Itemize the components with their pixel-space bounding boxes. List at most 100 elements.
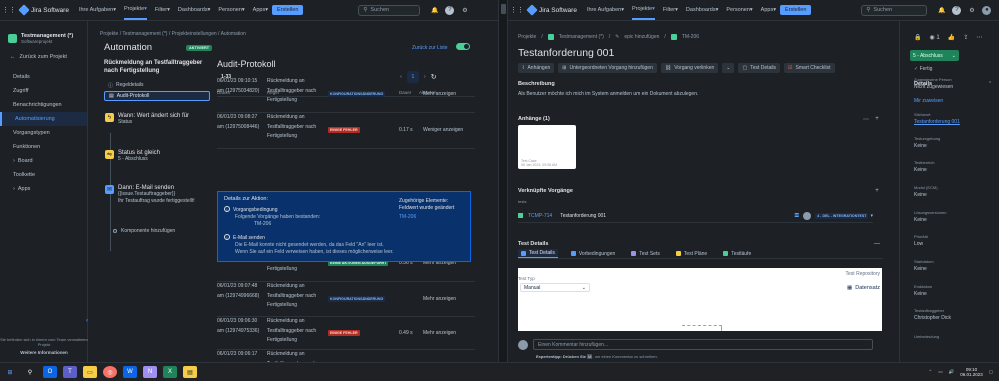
search-input[interactable]: ⚲ Suchen: [861, 4, 928, 16]
breadcrumb-item[interactable]: epic hinzufügen: [624, 34, 659, 40]
notifications-icon[interactable]: 🔔: [937, 6, 946, 15]
field-value[interactable]: Keine: [914, 191, 938, 199]
notes-icon[interactable]: ▤: [183, 366, 197, 378]
share-icon[interactable]: ⇪: [963, 34, 968, 41]
tab-test-sets[interactable]: Test Sets: [628, 249, 663, 258]
breadcrumb-item[interactable]: TM-206: [682, 34, 699, 40]
nav-dashboards[interactable]: Dashboards ▾: [686, 0, 718, 20]
condition-step[interactable]: ⇋ Status ist gleich 5 - Abschluss: [105, 150, 160, 163]
network-icon[interactable]: ▭: [938, 369, 942, 375]
nav-your-work[interactable]: Ihre Aufgaben ▾: [79, 0, 116, 20]
trigger-step[interactable]: ϟ Wann: Wert ändert sich für Status: [105, 113, 189, 126]
chevron-up-icon[interactable]: ⌃: [988, 81, 992, 87]
add-component-button[interactable]: Komponente hinzufügen: [113, 228, 175, 234]
chevron-up-icon[interactable]: ⌃: [929, 369, 933, 375]
volume-icon[interactable]: 🔊: [949, 369, 955, 375]
nav-apps[interactable]: Apps ▾: [761, 0, 776, 20]
back-to-project-link[interactable]: ← Zurück zum Projekt: [0, 50, 87, 64]
field-value[interactable]: Keine: [914, 265, 934, 273]
rule-enabled-toggle[interactable]: [456, 43, 470, 50]
sidebar-item-apps[interactable]: › Apps: [0, 182, 87, 196]
field-value[interactable]: Testanforderung 001: [914, 118, 960, 126]
sidebar-item-notifications[interactable]: Benachrichtigungen: [0, 98, 87, 112]
word-icon[interactable]: W: [123, 366, 137, 378]
show-more-link[interactable]: Mehr anzeigen: [423, 295, 456, 305]
breadcrumb-item[interactable]: Testmanagement (*): [122, 31, 167, 37]
jira-logo[interactable]: Jira Software: [526, 4, 577, 16]
nav-filters[interactable]: Filter ▾: [155, 0, 170, 20]
sidebar-item-features[interactable]: Funktionen: [0, 140, 87, 154]
nav-apps[interactable]: Apps ▾: [253, 0, 268, 20]
linked-issue-status[interactable]: 4 - DEL - INTEGRATIONTEST: [815, 212, 869, 219]
sidebar-item-details[interactable]: Details: [0, 70, 87, 84]
action-step[interactable]: ✉ Dann: E-Mail senden {{issue.Testauftra…: [105, 185, 195, 205]
create-button[interactable]: Erstellen: [779, 5, 812, 15]
test-details-button[interactable]: ▢ Test Details: [738, 63, 781, 73]
notifications-icon[interactable]: 🔔: [430, 6, 439, 15]
attach-button[interactable]: ⌇ Anhängen: [518, 63, 555, 73]
dataset-button[interactable]: ▦ Datensatz: [847, 285, 880, 291]
search-icon[interactable]: ⚲: [23, 366, 37, 378]
add-link-icon[interactable]: +: [874, 188, 880, 194]
tab-test-plans[interactable]: Test Pläne: [673, 249, 710, 258]
project-header[interactable]: Testmanagement (*) Softwareprojekt: [0, 21, 87, 50]
sidebar-item-issue-types[interactable]: Vorgangstypen: [0, 126, 87, 140]
excel-icon[interactable]: X: [163, 366, 177, 378]
audit-log-tab[interactable]: ▤ Audit-Protokoll: [104, 91, 210, 101]
issue-title[interactable]: Testanforderung 001: [518, 47, 614, 59]
nav-projects[interactable]: Projekte ▾: [631, 0, 655, 20]
clock[interactable]: 09:10 06.01.2023: [960, 367, 983, 378]
nav-filters[interactable]: Filter ▾: [663, 0, 678, 20]
breadcrumb-item[interactable]: Testmanagement (*): [559, 34, 604, 40]
breadcrumb-item[interactable]: Automation: [221, 31, 246, 37]
description-text[interactable]: Als Benutzer möchte ich mich im System a…: [518, 91, 698, 97]
linked-issue-key[interactable]: TCMP-714: [528, 213, 552, 219]
jira-logo[interactable]: Jira Software: [18, 4, 69, 16]
link-issue-button[interactable]: ⛓ Vorgang verlinken: [660, 63, 719, 73]
attachment-thumbnail[interactable]: Test Case 06 Jan 2023, 09:08 AM: [518, 125, 576, 169]
explorer-icon[interactable]: ▭: [83, 366, 97, 378]
app-switcher-icon[interactable]: ⋮⋮: [510, 5, 524, 15]
field-value[interactable]: Keine: [914, 142, 940, 150]
breadcrumb-item[interactable]: Projekte: [100, 31, 118, 37]
field-value[interactable]: Keine: [914, 290, 932, 298]
more-icon[interactable]: ⋯: [976, 34, 982, 41]
nav-projects[interactable]: Projekte ▾: [123, 0, 147, 20]
related-issue-link[interactable]: TM-206: [399, 214, 454, 221]
create-button[interactable]: Erstellen: [271, 5, 304, 15]
lock-icon[interactable]: 🔒: [914, 34, 921, 41]
add-child-button[interactable]: ⊞ Untergeordneten Vorgang hinzufügen: [558, 63, 657, 73]
like-icon[interactable]: 👍: [948, 34, 955, 41]
field-value[interactable]: Keine: [914, 166, 934, 174]
show-more-link[interactable]: Mehr anzeigen: [423, 90, 456, 100]
breadcrumb-item[interactable]: Projekte: [518, 34, 536, 40]
sidebar-item-toolchain[interactable]: Toolkette: [0, 168, 87, 182]
field-value[interactable]: Mir zuweisen: [914, 97, 943, 105]
app-switcher-icon[interactable]: ⋮⋮: [2, 5, 16, 15]
test-repository-link[interactable]: Test Repository: [846, 271, 880, 277]
watch-button[interactable]: ◉ 1: [929, 34, 939, 41]
field-value[interactable]: Low: [914, 240, 928, 248]
onenote-icon[interactable]: N: [143, 366, 157, 378]
teams-icon[interactable]: T: [63, 366, 77, 378]
status-dropdown[interactable]: 5 - Abschluss ⌄: [910, 50, 959, 61]
show-more-link[interactable]: Weniger anzeigen: [423, 126, 463, 136]
notification-center-icon[interactable]: ▢: [989, 369, 993, 375]
settings-icon[interactable]: ⚙: [967, 6, 976, 15]
nav-people[interactable]: Personen ▾: [218, 0, 244, 20]
rule-details-tab[interactable]: ⓘ Regeldetails: [104, 80, 210, 90]
comment-input[interactable]: Einen Kommentar hinzufügen...: [533, 339, 873, 350]
sidebar-item-access[interactable]: Zugriff: [0, 84, 87, 98]
field-value[interactable]: Christopher Dick: [914, 314, 951, 322]
more-actions-button[interactable]: ⌄: [722, 63, 735, 73]
smart-checklist-button[interactable]: ☑ Smart Checklist: [784, 63, 835, 73]
tab-test-details[interactable]: Test Details: [518, 249, 558, 258]
sidebar-collapse-handle[interactable]: ‹: [86, 318, 88, 324]
test-type-select[interactable]: Manual ⌄: [520, 283, 590, 292]
more-icon[interactable]: ⋯: [863, 116, 869, 123]
nav-dashboards[interactable]: Dashboards ▾: [178, 0, 210, 20]
field-value[interactable]: Nicht zugewiesen: [914, 83, 953, 91]
show-more-link[interactable]: Mehr anzeigen: [423, 329, 456, 339]
tab-test-runs[interactable]: Testläufe: [720, 249, 754, 258]
linked-issue-row[interactable]: TCMP-714 Testanforderung 001 〓 4 - DEL -…: [518, 209, 873, 223]
